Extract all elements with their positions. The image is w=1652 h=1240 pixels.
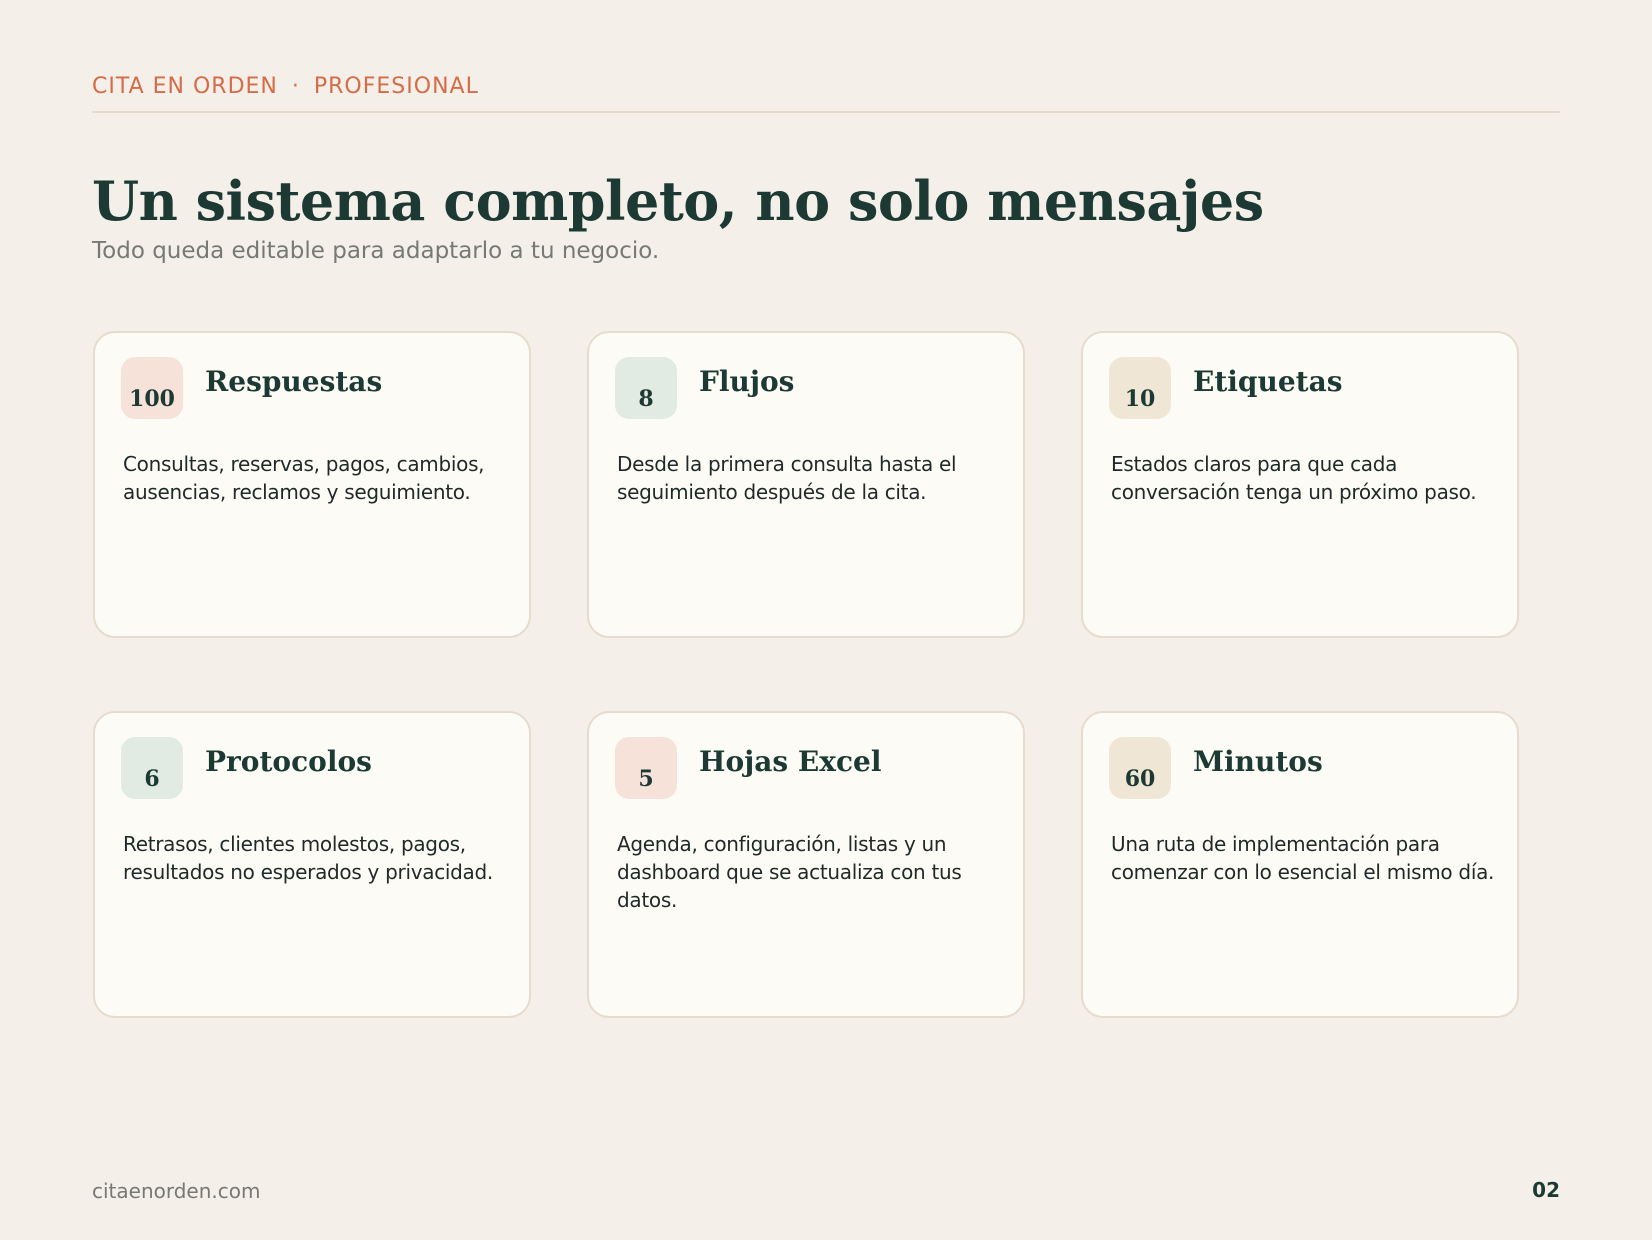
card-title: Protocolos xyxy=(205,745,372,778)
card-title: Respuestas xyxy=(205,365,383,398)
feature-card-etiquetas: 10 Etiquetas Estados claros para que cad… xyxy=(1081,331,1519,638)
count-badge: 5 xyxy=(615,737,677,799)
kicker-separator: · xyxy=(291,74,300,99)
card-description: Retrasos, clientes molestos, pagos, resu… xyxy=(123,832,493,884)
page-number: 02 xyxy=(1532,1178,1560,1202)
page-title: Un sistema completo, no solo mensajes xyxy=(92,169,1264,233)
feature-card-flujos: 8 Flujos Desde la primera consulta hasta… xyxy=(587,331,1025,638)
count-badge: 6 xyxy=(121,737,183,799)
card-description: Agenda, configuración, listas y un dashb… xyxy=(617,832,962,912)
feature-card-respuestas: 100 Respuestas Consultas, reservas, pago… xyxy=(93,331,531,638)
count-badge: 60 xyxy=(1109,737,1171,799)
card-description: Una ruta de implementación para comenzar… xyxy=(1111,832,1495,884)
card-title: Etiquetas xyxy=(1193,365,1343,398)
tier-label: PROFESIONAL xyxy=(313,74,479,99)
card-title: Flujos xyxy=(699,365,795,398)
header-divider xyxy=(92,111,1560,113)
page-subtitle: Todo queda editable para adaptarlo a tu … xyxy=(92,238,660,264)
card-title: Hojas Excel xyxy=(699,745,882,778)
card-description: Desde la primera consulta hasta el segui… xyxy=(617,452,957,504)
feature-card-protocolos: 6 Protocolos Retrasos, clientes molestos… xyxy=(93,711,531,1018)
brand-label: CITA EN ORDEN xyxy=(92,74,278,99)
footer-website: citaenorden.com xyxy=(92,1179,261,1203)
count-badge: 10 xyxy=(1109,357,1171,419)
card-description: Estados claros para que cada conversació… xyxy=(1111,452,1477,504)
count-badge: 100 xyxy=(121,357,183,419)
feature-card-hojas-excel: 5 Hojas Excel Agenda, configuración, lis… xyxy=(587,711,1025,1018)
count-badge: 8 xyxy=(615,357,677,419)
card-title: Minutos xyxy=(1193,745,1323,778)
feature-card-minutos: 60 Minutos Una ruta de implementación pa… xyxy=(1081,711,1519,1018)
card-description: Consultas, reservas, pagos, cambios, aus… xyxy=(123,452,485,504)
section-kicker: CITA EN ORDEN · PROFESIONAL xyxy=(92,74,479,99)
